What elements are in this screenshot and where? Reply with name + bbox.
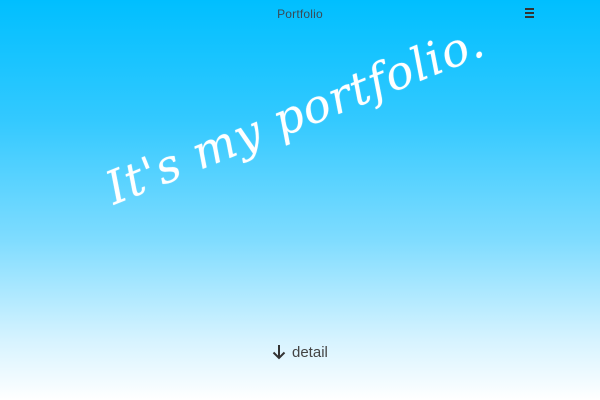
hamburger-menu-icon[interactable]	[522, 6, 538, 20]
site-title[interactable]: Portfolio	[0, 7, 600, 21]
menu-bar-middle	[525, 12, 534, 14]
menu-bar-bottom	[525, 16, 534, 18]
detail-link[interactable]: detail	[272, 341, 328, 363]
menu-bar-top	[525, 8, 534, 10]
detail-label: detail	[292, 343, 328, 361]
hero-section: It's my portfolio.	[0, 14, 600, 328]
arrow-down-icon	[272, 345, 286, 360]
hero-tagline: It's my portfolio.	[97, 13, 492, 216]
site-header: Portfolio	[0, 0, 600, 28]
